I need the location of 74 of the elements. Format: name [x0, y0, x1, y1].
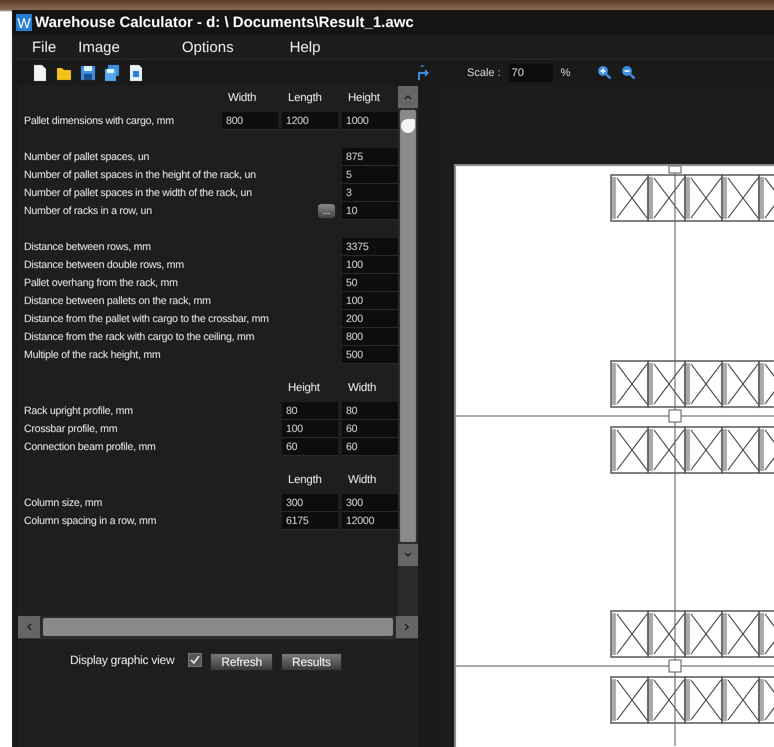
field-label: Distance between double rows, mm [24, 259, 184, 271]
number-field[interactable]: 6175 [282, 512, 338, 530]
number-field[interactable]: 875 [342, 148, 398, 166]
field-label: Number of pallet spaces, un [24, 151, 150, 163]
number-field[interactable]: 100 [282, 420, 338, 438]
caret-left-icon [26, 623, 32, 631]
field-label: Column size, mm [24, 497, 102, 509]
menu-item[interactable]: Options [176, 38, 240, 56]
scale-field[interactable]: 70 [508, 64, 553, 82]
number-field[interactable]: 50 [342, 274, 398, 292]
number-field[interactable]: 800 [222, 112, 278, 130]
field-label: Distance between pallets on the rack, mm [24, 295, 211, 307]
field-label: Distance from the rack with cargo to the ceiling, mm [24, 331, 254, 343]
field-label: Crossbar profile, mm [24, 423, 118, 435]
caret-up-icon [404, 94, 412, 100]
number-field[interactable]: 3 [342, 184, 398, 202]
save-all-icon[interactable] [104, 64, 120, 82]
number-field[interactable]: 300 [282, 494, 338, 512]
browse-button[interactable]: ... [318, 204, 335, 218]
app-logo: W [16, 14, 32, 31]
number-field[interactable]: 80 [282, 402, 338, 420]
field-label: Number of pallet spaces in the height of the rack, un [24, 169, 256, 181]
column-header: Length [287, 92, 323, 106]
column-header: Length [287, 474, 323, 488]
column-header: Width [347, 382, 378, 396]
number-field[interactable]: 1200 [282, 112, 338, 130]
column-header: Width [347, 474, 378, 488]
zoom-in-icon[interactable] [596, 64, 612, 82]
zoom-out-icon[interactable] [620, 64, 636, 82]
field-label: Distance from the pallet with cargo to the crossbar, mm [24, 313, 269, 325]
number-field[interactable]: 100 [342, 292, 398, 310]
number-field[interactable]: 10 [342, 202, 398, 220]
field-label: Number of racks in a row, un [24, 205, 152, 217]
number-field[interactable]: 80 [342, 402, 398, 420]
action-button[interactable]: Refresh [210, 653, 274, 671]
column-header: Height [287, 382, 321, 396]
number-field[interactable]: 800 [342, 328, 398, 346]
field-label: Distance between rows, mm [24, 241, 151, 253]
display-checkbox[interactable] [188, 653, 202, 667]
field-label: Column spacing in a row, mm [24, 515, 156, 527]
number-field[interactable]: 60 [282, 438, 338, 456]
number-field[interactable]: 60 [342, 438, 398, 456]
column-header: Height [347, 92, 381, 106]
display-label: Display graphic view [70, 653, 174, 667]
caret-down-icon [404, 552, 412, 558]
number-field[interactable]: 5 [342, 166, 398, 184]
window-title: Warehouse Calculator - d: \ Documents\Result_1.awc [35, 14, 414, 31]
scrollbar-thumb[interactable] [400, 110, 416, 542]
number-field[interactable]: 3375 [342, 238, 398, 256]
document-icon[interactable] [128, 64, 144, 82]
action-button[interactable]: Results [281, 653, 342, 671]
scale-label: Scale : [467, 67, 501, 79]
menu-item[interactable]: Help [284, 38, 326, 56]
number-field[interactable]: 200 [342, 310, 398, 328]
column-header: Width [227, 92, 258, 106]
field-label: Pallet dimensions with cargo, mm [24, 115, 174, 127]
number-field[interactable]: 12000 [342, 512, 398, 530]
new-file-icon[interactable] [32, 64, 48, 82]
number-field[interactable]: 500 [342, 346, 398, 364]
percent-label: % [560, 67, 570, 79]
number-field[interactable]: 1000 [342, 112, 398, 130]
scrollbar-thumb[interactable] [43, 618, 393, 636]
number-field[interactable]: 60 [342, 420, 398, 438]
caret-right-icon [404, 623, 410, 631]
field-label: Number of pallet spaces in the width of the rack, un [24, 187, 252, 199]
field-label: Rack upright profile, mm [24, 405, 133, 417]
field-label: Pallet overhang from the rack, mm [24, 277, 178, 289]
menu-item[interactable]: File [26, 38, 62, 56]
menu-item[interactable]: Image [72, 38, 126, 56]
field-label: Multiple of the rack height, mm [24, 349, 161, 361]
save-icon[interactable] [80, 64, 96, 82]
number-field[interactable]: 100 [342, 256, 398, 274]
field-label: Connection beam profile, mm [24, 441, 156, 453]
number-field[interactable]: 300 [342, 494, 398, 512]
